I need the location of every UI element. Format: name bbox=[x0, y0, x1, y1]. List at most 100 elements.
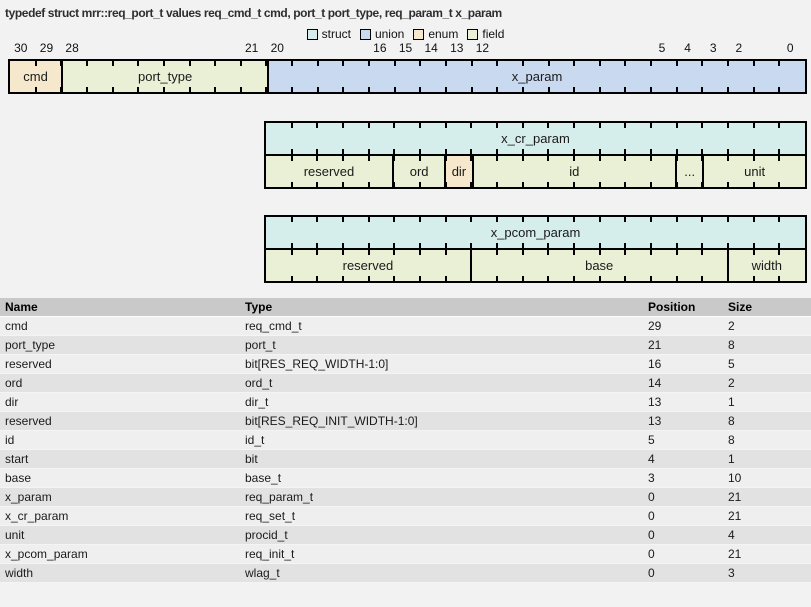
bit-tick bbox=[727, 123, 729, 128]
bit-tick bbox=[676, 250, 678, 255]
bit-tick bbox=[316, 123, 318, 128]
bit-tick bbox=[701, 276, 703, 281]
table-cell: dir bbox=[0, 393, 245, 411]
table-cell: 2 bbox=[728, 374, 811, 392]
bit-label-2: 2 bbox=[736, 41, 743, 55]
bit-tick bbox=[573, 87, 575, 92]
bit-tick bbox=[753, 61, 755, 66]
field-cell-width: width bbox=[727, 250, 805, 281]
table-cell: 8 bbox=[728, 431, 811, 449]
bit-tick bbox=[676, 182, 678, 187]
bit-tick bbox=[394, 87, 396, 92]
bit-tick bbox=[650, 61, 652, 66]
table-cell: 4 bbox=[728, 526, 811, 544]
bit-tick bbox=[393, 123, 395, 128]
bit-tick bbox=[727, 87, 729, 92]
table-row: unitprocid_t04 bbox=[0, 526, 811, 545]
bit-tick bbox=[727, 276, 729, 281]
bit-tick bbox=[496, 276, 498, 281]
bit-label-15: 15 bbox=[399, 41, 412, 55]
bit-tick bbox=[419, 250, 421, 255]
bit-tick bbox=[599, 182, 601, 187]
bit-tick bbox=[522, 156, 524, 161]
bit-tick bbox=[291, 217, 293, 222]
bit-tick bbox=[522, 123, 524, 128]
bit-tick bbox=[496, 156, 498, 161]
bit-tick bbox=[470, 250, 472, 255]
bit-tick bbox=[778, 182, 780, 187]
bit-tick bbox=[470, 182, 472, 187]
bit-tick bbox=[778, 276, 780, 281]
bit-tick bbox=[522, 87, 524, 92]
bit-tick bbox=[368, 276, 370, 281]
table-cell: reserved bbox=[0, 412, 245, 430]
bit-tick bbox=[291, 250, 293, 255]
register-req-port: cmdport_typex_param bbox=[8, 59, 807, 94]
table-cell: x_param bbox=[0, 488, 245, 506]
table-cell: 21 bbox=[728, 488, 811, 506]
bit-tick bbox=[342, 61, 344, 66]
bit-tick bbox=[599, 276, 601, 281]
bit-tick bbox=[496, 61, 498, 66]
bit-tick bbox=[624, 250, 626, 255]
table-cell: req_cmd_t bbox=[245, 317, 648, 335]
union-swatch-icon bbox=[360, 29, 371, 40]
table-row: basebase_t310 bbox=[0, 469, 811, 488]
bit-tick bbox=[547, 276, 549, 281]
bit-tick bbox=[599, 217, 601, 222]
bit-tick bbox=[547, 156, 549, 161]
table-row: dirdir_t131 bbox=[0, 393, 811, 412]
bit-tick bbox=[112, 87, 114, 92]
bit-label-16: 16 bbox=[373, 41, 386, 55]
register-header-label: x_pcom_param bbox=[266, 217, 805, 248]
page-title: typedef struct mrr::req_port_t values re… bbox=[5, 6, 502, 20]
bit-tick bbox=[35, 61, 37, 66]
bit-tick bbox=[470, 276, 472, 281]
bit-tick bbox=[419, 123, 421, 128]
bit-tick bbox=[393, 276, 395, 281]
bit-tick bbox=[701, 250, 703, 255]
bit-label-30: 30 bbox=[14, 41, 27, 55]
register-x-pcom-param: x_pcom_paramreservedbasewidth bbox=[264, 215, 807, 283]
bit-tick bbox=[727, 156, 729, 161]
bit-tick bbox=[624, 156, 626, 161]
table-cell: 21 bbox=[728, 545, 811, 563]
register-fields-row: reservedbasewidth bbox=[266, 248, 805, 281]
bit-tick bbox=[419, 217, 421, 222]
bit-tick bbox=[419, 87, 421, 92]
column-header-name: Name bbox=[0, 298, 245, 316]
table-row: widthwlag_t03 bbox=[0, 564, 811, 583]
bit-tick bbox=[624, 123, 626, 128]
bit-tick bbox=[445, 123, 447, 128]
bit-tick bbox=[778, 123, 780, 128]
bitfield-page: typedef struct mrr::req_port_t values re… bbox=[0, 0, 811, 607]
bit-tick bbox=[471, 61, 473, 66]
bit-label-29: 29 bbox=[40, 41, 53, 55]
bit-tick bbox=[650, 123, 652, 128]
field-swatch-icon bbox=[467, 29, 478, 40]
bit-tick bbox=[60, 61, 62, 66]
table-row: cmdreq_cmd_t292 bbox=[0, 317, 811, 336]
bit-tick bbox=[624, 182, 626, 187]
bit-tick bbox=[753, 182, 755, 187]
bit-tick bbox=[445, 217, 447, 222]
bit-tick bbox=[265, 61, 267, 66]
bit-tick bbox=[470, 123, 472, 128]
bit-tick bbox=[727, 217, 729, 222]
bit-tick bbox=[650, 217, 652, 222]
legend-label: field bbox=[482, 27, 504, 41]
bit-tick bbox=[291, 156, 293, 161]
table-cell: 8 bbox=[728, 412, 811, 430]
bit-tick bbox=[547, 123, 549, 128]
bit-tick bbox=[368, 250, 370, 255]
table-cell: req_param_t bbox=[245, 488, 648, 506]
bit-tick bbox=[317, 61, 319, 66]
table-cell: wlag_t bbox=[245, 564, 648, 582]
bit-tick bbox=[701, 156, 703, 161]
table-cell: ord bbox=[0, 374, 245, 392]
table-cell: x_pcom_param bbox=[0, 545, 245, 563]
bit-tick bbox=[522, 276, 524, 281]
table-cell: 13 bbox=[648, 393, 728, 411]
legend-label: union bbox=[375, 27, 404, 41]
bit-tick bbox=[316, 217, 318, 222]
